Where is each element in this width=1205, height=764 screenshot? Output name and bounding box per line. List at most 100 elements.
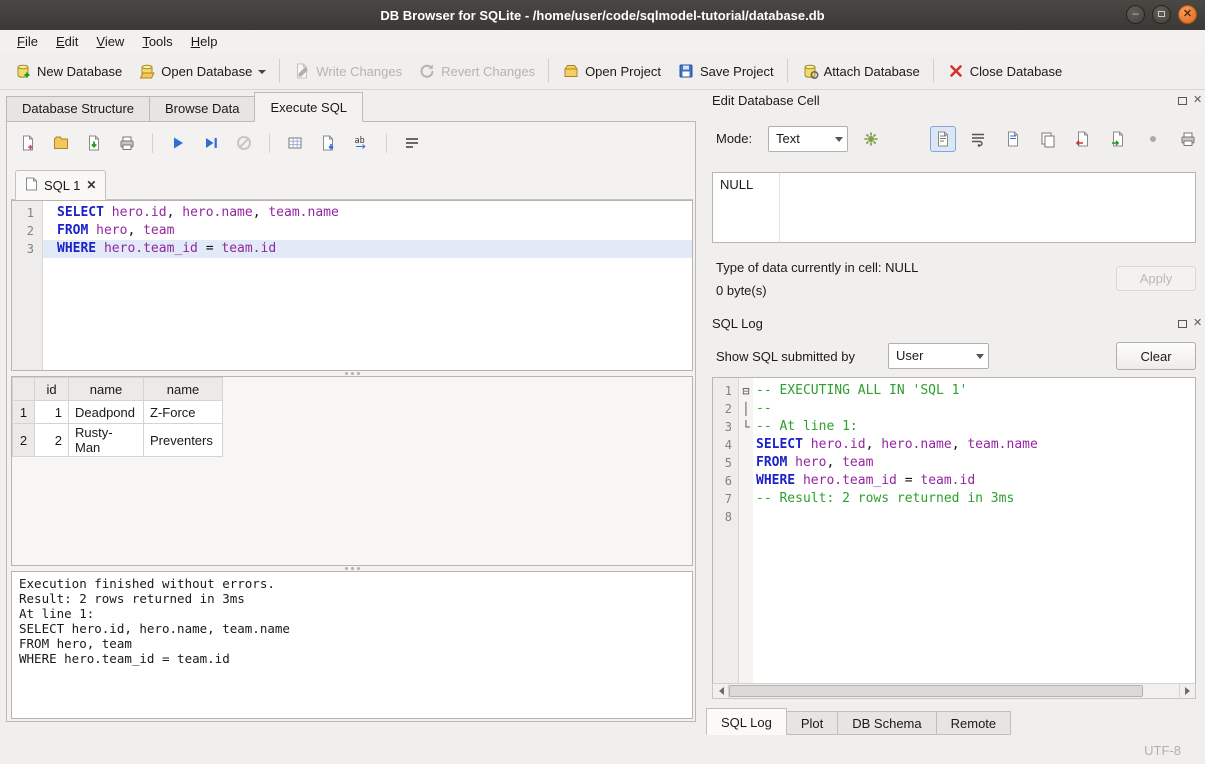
line-number: 3 (12, 240, 43, 258)
row-header[interactable]: 2 (13, 424, 35, 457)
cell[interactable]: Preventers (144, 424, 223, 457)
open-database-icon (138, 62, 156, 80)
print-sql-icon[interactable] (114, 130, 140, 156)
tab-execute-sql[interactable]: Execute SQL (254, 92, 363, 122)
export-cell-icon[interactable] (1070, 126, 1096, 152)
scroll-left-icon[interactable] (713, 684, 729, 698)
title-bar[interactable]: DB Browser for SQLite - /home/user/code/… (0, 0, 1205, 30)
row-header[interactable]: 1 (13, 401, 35, 424)
cell-size-info: 0 byte(s) (716, 283, 767, 298)
import-cell-icon[interactable] (1105, 126, 1131, 152)
auto-switch-mode-icon[interactable] (858, 126, 884, 152)
cell[interactable]: Z-Force (144, 401, 223, 424)
minimize-button[interactable]: – (1126, 5, 1145, 24)
find-replace-icon[interactable]: ab (348, 130, 374, 156)
write-changes-icon (293, 62, 311, 80)
chevron-down-icon (971, 344, 988, 368)
line-number: 1 (713, 382, 739, 400)
tab-browse-data[interactable]: Browse Data (149, 96, 255, 122)
mode-combobox[interactable]: Text (768, 126, 848, 152)
line-content: SELECT hero.id, hero.name, team.name (43, 204, 692, 222)
cell-editor-divider (779, 173, 780, 242)
cell[interactable]: 1 (35, 401, 69, 424)
menu-file[interactable]: File (8, 32, 47, 51)
toolbar-new-database[interactable]: New Database (6, 57, 130, 85)
sql-editor[interactable]: 1SELECT hero.id, hero.name, team.name2FR… (11, 200, 693, 371)
wrap-lines-icon[interactable] (965, 126, 991, 152)
save-project-icon (677, 62, 695, 80)
scroll-right-icon[interactable] (1179, 684, 1195, 698)
toolbar-label: Save Project (700, 64, 774, 79)
log-horizontal-scrollbar[interactable] (712, 683, 1196, 699)
fold-marker-icon[interactable]: ⊟ (739, 382, 753, 400)
dropdown-arrow-icon[interactable] (258, 62, 266, 81)
print-cell-icon[interactable] (1175, 126, 1201, 152)
set-null-icon[interactable] (1140, 126, 1166, 152)
execute-sql-panel: ab SQL 1 ✕ 1SELECT hero.id, hero.name, t… (6, 121, 696, 722)
log-filter-combobox[interactable]: User (888, 343, 989, 369)
log-filter-value: User (889, 344, 971, 368)
sql-tab[interactable]: SQL 1 ✕ (15, 170, 106, 200)
maximize-icon (1158, 11, 1165, 17)
dock-close-icon[interactable]: ✕ (1193, 96, 1202, 105)
dock-float-icon[interactable] (1178, 320, 1187, 328)
line-number: 2 (713, 400, 739, 418)
log-line: 1⊟-- EXECUTING ALL IN 'SQL 1' (713, 382, 1195, 400)
new-database-icon (14, 62, 32, 80)
toolbar-write-changes[interactable]: Write Changes (285, 57, 410, 85)
window-controls: – ✕ (1126, 5, 1197, 24)
cell[interactable]: Rusty-Man (69, 424, 144, 457)
save-results-icon[interactable] (315, 130, 341, 156)
toolbar-open-project[interactable]: Open Project (554, 57, 669, 85)
cell-editor-input[interactable]: NULL (712, 172, 1196, 243)
open-document-icon[interactable] (1000, 126, 1026, 152)
table-row: 11DeadpondZ-Force (13, 401, 223, 424)
bottom-tab-sql-log[interactable]: SQL Log (706, 708, 787, 735)
cell[interactable]: Deadpond (69, 401, 144, 424)
toolbar-open-database[interactable]: Open Database (130, 57, 274, 86)
open-sql-file-icon[interactable] (48, 130, 74, 156)
toolbar-revert-changes[interactable]: Revert Changes (410, 57, 543, 85)
bottom-tab-db-schema[interactable]: DB Schema (837, 711, 936, 735)
apply-button[interactable]: Apply (1116, 266, 1196, 291)
line-content: FROM hero, team (43, 222, 692, 240)
new-sql-tab-icon[interactable] (15, 130, 41, 156)
log-filter-label: Show SQL submitted by (716, 349, 855, 364)
copy-icon[interactable] (1035, 126, 1061, 152)
stop-icon[interactable] (231, 130, 257, 156)
text-document-icon[interactable] (930, 126, 956, 152)
toolbar-close-database[interactable]: Close Database (939, 57, 1071, 85)
header-row: idnamename (13, 378, 223, 401)
word-wrap-icon[interactable] (399, 130, 425, 156)
scrollbar-thumb[interactable] (729, 685, 1143, 697)
dock-float-icon[interactable] (1178, 97, 1187, 105)
toolbar-label: New Database (37, 64, 122, 79)
column-header[interactable]: name (69, 378, 144, 401)
edit-cell-title: Edit Database Cell (712, 93, 820, 108)
menu-view[interactable]: View (87, 32, 133, 51)
column-header[interactable]: id (35, 378, 69, 401)
tab-database-structure[interactable]: Database Structure (6, 96, 150, 122)
execute-all-icon[interactable] (165, 130, 191, 156)
bottom-tab-remote[interactable]: Remote (936, 711, 1012, 735)
export-results-icon[interactable] (282, 130, 308, 156)
bottom-tab-plot[interactable]: Plot (786, 711, 838, 735)
toolbar-label: Open Project (585, 64, 661, 79)
close-tab-icon[interactable]: ✕ (86, 178, 96, 192)
close-button[interactable]: ✕ (1178, 5, 1197, 24)
column-header[interactable]: name (144, 378, 223, 401)
maximize-button[interactable] (1152, 5, 1171, 24)
cell[interactable]: 2 (35, 424, 69, 457)
toolbar-attach-database[interactable]: Attach Database (793, 57, 928, 85)
main-toolbar: New Database Open Database Write ChangesRe… (0, 53, 1205, 90)
execute-current-line-icon[interactable] (198, 130, 224, 156)
line-content: WHERE hero.team_id = team.id (43, 240, 692, 258)
clear-button[interactable]: Clear (1116, 342, 1196, 370)
menu-help[interactable]: Help (182, 32, 227, 51)
dock-close-icon[interactable]: ✕ (1193, 319, 1202, 328)
menu-edit[interactable]: Edit (47, 32, 87, 51)
toolbar-save-project[interactable]: Save Project (669, 57, 782, 85)
scrollbar-track[interactable] (729, 684, 1179, 698)
save-sql-file-icon[interactable] (81, 130, 107, 156)
menu-tools[interactable]: Tools (133, 32, 181, 51)
